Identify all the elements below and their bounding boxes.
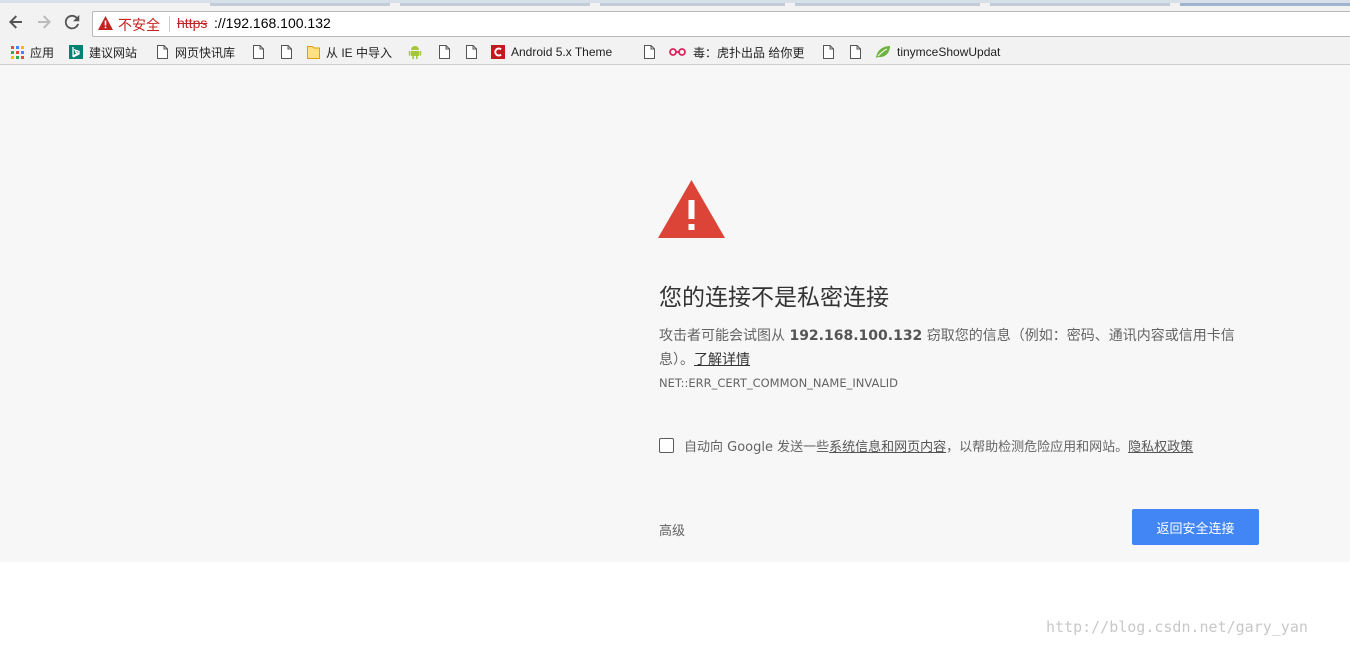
back-button[interactable]	[7, 13, 25, 31]
bookmark-page[interactable]	[279, 42, 299, 62]
safe-browsing-opt-in: 自动向 Google 发送一些 系统信息和网页内容 ，以帮助检测危险应用和网站。 隐私…	[659, 436, 1193, 455]
folder-icon	[306, 45, 320, 59]
reload-icon	[64, 14, 80, 30]
bing-icon	[69, 45, 83, 59]
bookmark-apps[interactable]: 应用	[10, 42, 54, 62]
dudu-icon	[669, 45, 687, 59]
bookmark-android-theme[interactable]: Android 5.x Theme	[491, 42, 626, 62]
page-title: 您的连接不是私密连接	[659, 285, 889, 311]
bookmark-label: 应用	[30, 45, 55, 60]
attacked-host: 192.168.100.132	[789, 328, 923, 344]
tab-strip-edge	[795, 3, 980, 6]
bookmark-page[interactable]	[437, 42, 457, 62]
address-separator	[169, 16, 170, 32]
page-icon	[848, 45, 862, 59]
page-icon	[437, 45, 451, 59]
warning-triangle-icon	[658, 180, 725, 242]
tab-strip-edge	[600, 3, 785, 6]
system-info-link[interactable]: 系统信息和网页内容	[829, 436, 946, 455]
bookmarks-bar: 应用 建议网站 网页快讯库 从 IE 中导入 Android 5.x Theme…	[0, 40, 1350, 65]
tab-strip-edge	[400, 3, 590, 6]
page-icon	[279, 45, 293, 59]
bookmark-web-slice[interactable]: 网页快讯库	[155, 42, 235, 62]
tab-strip-edge	[210, 3, 390, 6]
not-secure-label[interactable]: 不安全	[118, 15, 160, 35]
forward-button[interactable]	[35, 13, 53, 31]
error-description: 攻击者可能会试图从 192.168.100.132 窃取您的信息（例如：密码、通…	[659, 324, 1259, 372]
interstitial-page	[0, 65, 1350, 562]
page-icon	[821, 45, 835, 59]
opt-in-checkbox[interactable]	[659, 438, 674, 453]
opt-in-text: ，以帮助检测危险应用和网站。	[946, 440, 1129, 455]
bookmark-dudu[interactable]: 毒：虎扑出品 给你更	[669, 42, 807, 62]
bookmark-suggested-sites[interactable]: 建议网站	[69, 42, 137, 62]
url-host: ://192.168.100.132	[214, 15, 331, 31]
address-bar[interactable]: 不安全 https ://192.168.100.132	[92, 11, 1350, 37]
page-icon	[642, 45, 656, 59]
bookmark-page[interactable]	[464, 42, 484, 62]
bookmark-label: 网页快讯库	[175, 45, 236, 60]
bookmark-label: 从 IE 中导入	[326, 45, 393, 60]
apps-grid-icon	[10, 45, 24, 59]
back-to-safety-button[interactable]: 返回安全连接	[1132, 509, 1259, 545]
csdn-icon	[491, 45, 505, 59]
privacy-policy-link[interactable]: 隐私权政策	[1128, 436, 1193, 455]
tab-strip-edge	[1180, 3, 1350, 6]
browser-toolbar: 不安全 https ://192.168.100.132	[0, 0, 1350, 40]
url-scheme: https	[177, 15, 208, 31]
reload-button[interactable]	[63, 13, 81, 31]
opt-in-text: 自动向 Google 发送一些	[684, 440, 830, 455]
arrow-left-icon	[9, 15, 22, 29]
advanced-button[interactable]: 高级	[659, 520, 685, 539]
bookmark-tinymce[interactable]: tinymceShowUpdat	[875, 42, 1015, 62]
error-code: NET::ERR_CERT_COMMON_NAME_INVALID	[659, 376, 898, 390]
bookmark-label: 毒：虎扑出品 给你更	[693, 45, 805, 60]
learn-more-link[interactable]: 了解详情	[694, 352, 750, 368]
watermark: http://blog.csdn.net/gary_yan	[1046, 618, 1308, 636]
bookmark-ie-import[interactable]: 从 IE 中导入	[306, 42, 392, 62]
bookmark-page[interactable]	[848, 42, 868, 62]
bookmark-label: 建议网站	[89, 45, 138, 60]
description-text: 攻击者可能会试图从	[659, 328, 790, 344]
warning-triangle-icon[interactable]	[98, 16, 113, 33]
bookmark-page[interactable]	[251, 42, 271, 62]
page-icon	[155, 45, 169, 59]
arrow-right-icon	[38, 15, 51, 29]
bookmark-label: tinymceShowUpdat	[897, 45, 1001, 59]
page-icon	[251, 45, 265, 59]
page-icon	[464, 45, 478, 59]
leaf-icon	[875, 45, 891, 59]
android-icon	[408, 45, 422, 59]
bookmark-android[interactable]	[408, 42, 428, 62]
tab-strip-edge	[990, 3, 1170, 6]
bookmark-label: Android 5.x Theme	[511, 45, 613, 59]
bookmark-page[interactable]	[642, 42, 662, 62]
bookmark-page[interactable]	[821, 42, 841, 62]
